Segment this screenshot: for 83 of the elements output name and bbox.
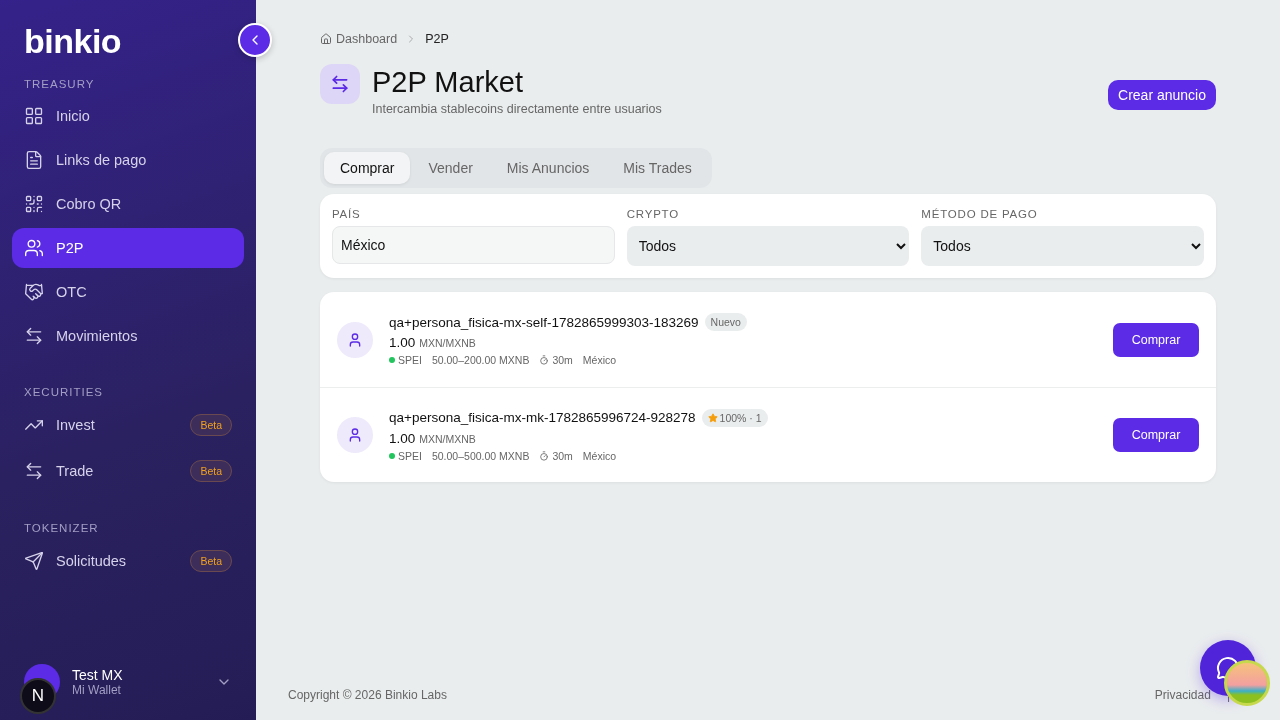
arrows-icon (24, 326, 44, 346)
trader-name: qa+persona_fisica-mx-self-1782865999303-183269 (389, 314, 699, 330)
country: México (582, 354, 617, 366)
nav-item[interactable]: P2P (12, 228, 244, 268)
payment-method: SPEI (398, 449, 422, 462)
nav-label: OTC (56, 284, 88, 300)
beta-badge: Beta (190, 460, 232, 482)
copyright: Copyright © 2026 Binkio Labs (288, 688, 447, 702)
swap-icon (320, 64, 360, 104)
avatar-picture[interactable] (1224, 660, 1270, 706)
filter-label: CRYPTO (626, 208, 680, 220)
nav-label: Invest (56, 417, 96, 433)
limits: 50.00–500.00 MXNB (431, 449, 530, 462)
home-icon (320, 33, 332, 45)
section-title: XECURITIES (23, 386, 103, 398)
nav-label: Cobro QR (56, 196, 123, 212)
time-limit: 30m (552, 449, 573, 462)
dev-tools-badge[interactable]: N (20, 678, 56, 714)
timer-icon (539, 355, 550, 365)
payment-method: SPEI (398, 354, 422, 366)
nav-item[interactable]: Movimientos (12, 316, 244, 356)
time-limit: 30m (552, 354, 573, 366)
nav-label: Inicio (56, 108, 91, 124)
currency-pair: MXN/MXNB (419, 432, 476, 445)
collapse-button[interactable] (238, 23, 272, 57)
filter-label: PAÍS (332, 208, 362, 220)
breadcrumb-current: P2P (425, 32, 449, 46)
document-icon (24, 150, 44, 170)
breadcrumb-label: Dashboard (336, 32, 398, 46)
tab[interactable]: Mis Anuncios (490, 152, 606, 184)
price: 1.00 (389, 335, 416, 350)
country: México (582, 449, 617, 462)
arrows-icon (24, 461, 44, 481)
trader-name: qa+persona_fisica-mx-mk-1782865996724-928278 (389, 410, 696, 425)
nav-item[interactable]: Links de pago (12, 140, 244, 180)
create-ad-button[interactable]: Crear anuncio (1108, 80, 1216, 110)
timer-icon (539, 450, 550, 461)
filter-label: MÉTODO DE PAGO (921, 208, 1039, 220)
rating-tag: 100% · 1 (701, 408, 768, 427)
beta-badge: Beta (190, 550, 232, 572)
country-input[interactable]: México (332, 226, 615, 264)
user-icon (337, 321, 373, 358)
page-title: P2P Market (372, 65, 524, 100)
star-icon (707, 412, 718, 423)
section-title: TOKENIZER (23, 522, 99, 534)
handshake-icon (24, 282, 44, 302)
tab[interactable]: Mis Trades (607, 152, 708, 184)
nav-item[interactable]: Solicitudes Beta (12, 540, 244, 582)
filter-select[interactable]: Todos (921, 226, 1204, 266)
filter-select[interactable]: Todos (626, 226, 910, 266)
qr-code-icon (24, 194, 44, 214)
tab[interactable]: Vender (412, 152, 489, 184)
users-icon (24, 238, 44, 258)
buy-button[interactable]: Comprar (1113, 322, 1199, 357)
nav-label: Solicitudes (56, 553, 128, 569)
nav-item[interactable]: Cobro QR (12, 184, 244, 224)
grid-icon (24, 106, 44, 126)
price: 1.00 (389, 430, 416, 446)
logo: binkio (23, 24, 122, 58)
limits: 50.00–200.00 MXNB (431, 354, 530, 366)
breadcrumb-link[interactable]: Dashboard (320, 32, 398, 46)
footer-link[interactable]: Privacidad (1154, 688, 1211, 702)
new-tag: Nuevo (704, 313, 747, 331)
paper-plane-icon (24, 551, 44, 571)
user-name: Test MX (72, 667, 124, 683)
nav-label: Movimientos (56, 328, 139, 344)
status-dot (389, 452, 395, 459)
buy-button[interactable]: Comprar (1113, 418, 1199, 452)
nav-label: Links de pago (56, 152, 148, 168)
nav-item[interactable]: OTC (12, 272, 244, 312)
wallet-label: Mi Wallet (72, 683, 122, 697)
section-title: TREASURY (23, 78, 95, 90)
nav-item[interactable]: Invest Beta (12, 404, 244, 446)
page-subtitle: Intercambia stablecoins directamente entre usuarios (372, 102, 662, 116)
tab[interactable]: Comprar (324, 152, 411, 184)
nav-item[interactable]: Trade Beta (12, 450, 244, 492)
status-dot (389, 357, 395, 363)
nav-label: Trade (56, 463, 95, 479)
beta-badge: Beta (190, 414, 232, 436)
nav-label: P2P (56, 240, 85, 256)
currency-pair: MXN/MXNB (419, 337, 476, 349)
user-icon (337, 417, 373, 453)
nav-item[interactable]: Inicio (12, 96, 244, 136)
